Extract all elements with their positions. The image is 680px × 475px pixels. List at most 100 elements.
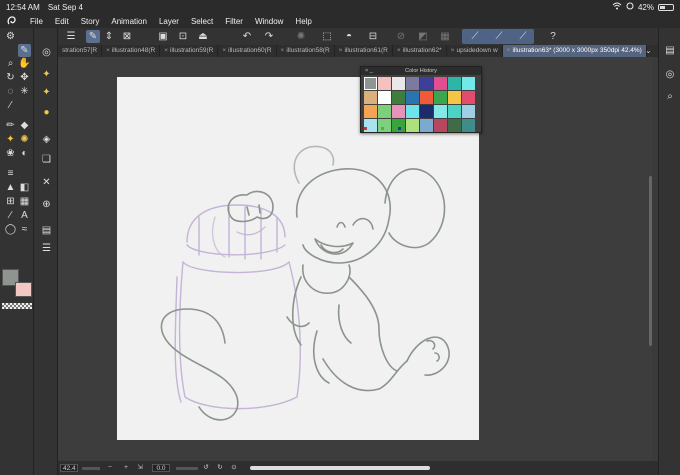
- color-history-swatch[interactable]: [420, 119, 433, 132]
- snap-ruler-icon[interactable]: ⟋: [468, 30, 482, 43]
- menu-window[interactable]: Window: [249, 17, 289, 26]
- lasso-tool-icon[interactable]: ◌: [4, 85, 17, 98]
- crop-icon[interactable]: ⊟: [366, 30, 380, 43]
- search-icon[interactable]: ⌕: [663, 90, 677, 104]
- hand-tool-icon[interactable]: ✋: [18, 57, 31, 70]
- close-icon[interactable]: ×: [397, 47, 401, 54]
- color-history-swatch[interactable]: [434, 91, 447, 104]
- new-canvas-icon[interactable]: ▣: [156, 30, 170, 43]
- close-icon[interactable]: ×: [339, 47, 343, 54]
- color-history-swatch[interactable]: [462, 119, 475, 132]
- import-icon[interactable]: ⊡: [176, 30, 190, 43]
- tab-illustration57[interactable]: stration57[R: [58, 45, 103, 57]
- move-tool-icon[interactable]: ✥: [18, 71, 31, 84]
- menu-hamburger-icon[interactable]: ☰: [64, 30, 78, 43]
- color-history-swatch[interactable]: [392, 77, 405, 90]
- rotation-slider[interactable]: [176, 467, 198, 470]
- balloon-tool-icon[interactable]: ◯: [4, 223, 17, 236]
- tab-illustration62[interactable]: × illustration62*: [393, 45, 447, 57]
- eraser-tool-icon[interactable]: ◆: [18, 119, 31, 132]
- sub-tool-settings-icon[interactable]: ◎: [40, 46, 53, 59]
- color-history-swatch[interactable]: [392, 91, 405, 104]
- color-history-swatch[interactable]: [392, 105, 405, 118]
- ruler-tool-icon[interactable]: ∕: [4, 209, 17, 222]
- stripes-icon[interactable]: ≡: [4, 167, 17, 180]
- rotation-value[interactable]: 0.0: [152, 464, 170, 472]
- tab-illustration58[interactable]: × illustration58(R: [277, 45, 335, 57]
- menu-animation[interactable]: Animation: [105, 17, 153, 26]
- transparent-color-swatch[interactable]: [2, 303, 32, 309]
- settings-icon[interactable]: ⚙: [4, 30, 17, 43]
- color-history-swatch[interactable]: [378, 77, 391, 90]
- frame-tool-icon[interactable]: ▦: [18, 195, 31, 208]
- menu-help[interactable]: Help: [289, 17, 317, 26]
- fill-tool-icon[interactable]: ◐: [18, 147, 31, 160]
- animation-timeline-icon[interactable]: ☰: [40, 242, 53, 255]
- menu-story[interactable]: Story: [75, 17, 106, 26]
- pencil-tool-icon[interactable]: ✏: [4, 119, 17, 132]
- clear-icon[interactable]: ⬚: [320, 30, 334, 43]
- layer-panel-icon[interactable]: ▤: [663, 44, 677, 58]
- horizontal-scrollbar[interactable]: [250, 466, 430, 470]
- sort-arrows-icon[interactable]: ⇕: [102, 30, 116, 43]
- redo-icon[interactable]: ↷: [262, 30, 276, 43]
- color-settings-icon[interactable]: ◎: [663, 68, 677, 82]
- zoom-in-icon[interactable]: +: [122, 464, 130, 472]
- close-icon[interactable]: ×: [106, 47, 110, 54]
- color-history-swatch[interactable]: [448, 105, 461, 118]
- color-history-swatch[interactable]: [420, 77, 433, 90]
- color-history-swatch[interactable]: [420, 91, 433, 104]
- sub-tool-pen-icon[interactable]: ✦: [40, 68, 53, 81]
- canvas-workarea[interactable]: [58, 57, 652, 461]
- tab-illustration48[interactable]: × illustration48(R: [102, 45, 161, 57]
- magic-wand-tool-icon[interactable]: ✳: [18, 85, 31, 98]
- color-history-swatch[interactable]: [364, 119, 377, 132]
- material-icon[interactable]: ▤: [40, 224, 53, 237]
- layer-property-icon[interactable]: ◈: [40, 133, 53, 146]
- color-history-swatch[interactable]: [434, 105, 447, 118]
- color-history-swatch[interactable]: [448, 119, 461, 132]
- close-icon[interactable]: × _: [365, 67, 373, 75]
- tab-illustration60[interactable]: × illustration60(R: [218, 45, 277, 57]
- zoom-slider[interactable]: [82, 467, 100, 470]
- snap-grid-icon[interactable]: ▦: [438, 30, 452, 43]
- color-history-swatch[interactable]: [448, 91, 461, 104]
- close-icon[interactable]: ×: [451, 47, 455, 54]
- save-icon[interactable]: ⏏: [196, 30, 210, 43]
- sub-tool-marker-icon[interactable]: ✦: [40, 86, 53, 99]
- close-icon[interactable]: ×: [164, 47, 168, 54]
- close-icon[interactable]: ×: [507, 47, 511, 54]
- close-icon[interactable]: ×: [281, 47, 285, 54]
- correct-line-tool-icon[interactable]: ≈: [18, 223, 31, 236]
- navigator-icon[interactable]: ⊕: [40, 198, 53, 211]
- color-history-swatch[interactable]: [406, 105, 419, 118]
- color-history-swatch[interactable]: [378, 91, 391, 104]
- color-history-swatch[interactable]: [462, 91, 475, 104]
- color-history-swatch[interactable]: [364, 77, 377, 90]
- color-history-swatch[interactable]: [434, 77, 447, 90]
- paint-bucket-icon[interactable]: ▲: [4, 181, 17, 194]
- close-icon[interactable]: ×: [222, 47, 226, 54]
- zoom-out-icon[interactable]: −: [106, 464, 114, 472]
- snap-special-ruler-icon[interactable]: ⟋: [492, 30, 506, 43]
- blend-tool-icon[interactable]: ❀: [4, 147, 17, 160]
- vertical-scrollbar[interactable]: [649, 176, 652, 346]
- tab-illustration63[interactable]: × illustration63* (3000 x 3000px 350dpi 4…: [502, 45, 647, 57]
- tab-illustration59[interactable]: × illustration59(R: [160, 45, 219, 57]
- rotate-left-icon[interactable]: ↺: [202, 464, 210, 472]
- pen-tool-icon[interactable]: ✎: [18, 44, 31, 57]
- snap-off-icon[interactable]: ◩: [416, 30, 430, 43]
- tab-illustration61[interactable]: × illustration61(R: [335, 45, 393, 57]
- undo-icon[interactable]: ↶: [240, 30, 254, 43]
- app-logo-icon[interactable]: [0, 14, 24, 28]
- color-history-swatch[interactable]: [462, 77, 475, 90]
- color-history-swatch[interactable]: [406, 119, 419, 132]
- rotate-right-icon[interactable]: ↻: [216, 464, 224, 472]
- figure-tool-icon[interactable]: ⊞: [4, 195, 17, 208]
- color-history-swatch[interactable]: [462, 105, 475, 118]
- fill-selection-icon[interactable]: ◓: [342, 30, 356, 43]
- zoom-tool-icon[interactable]: ⌕: [4, 57, 17, 70]
- sub-tool-ink-icon[interactable]: ●: [40, 106, 53, 119]
- zoom-value[interactable]: 42.4: [60, 464, 78, 472]
- menu-select[interactable]: Select: [185, 17, 219, 26]
